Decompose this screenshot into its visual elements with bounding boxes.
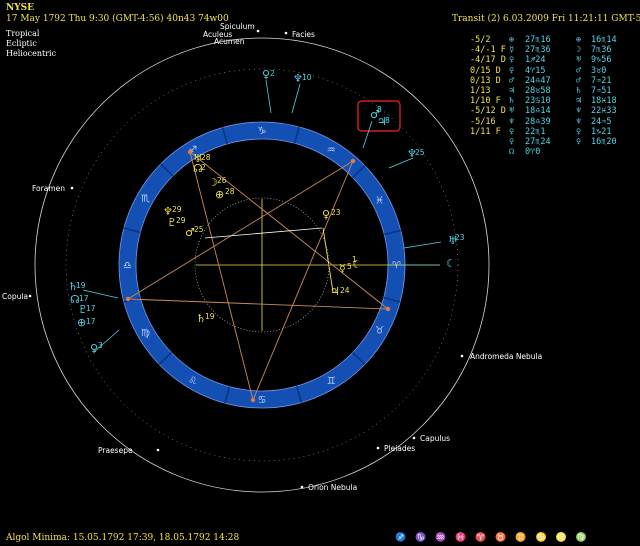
chart-wheel: ♐♑♒♓♈♉♊♋♌♍♎♏ Spiculum Aculeus Acumen Fac…: [2, 22, 542, 493]
transit-planet-icon[interactable]: ♀: [262, 68, 270, 81]
transit-planet-degree: 17: [86, 304, 96, 313]
natal-planet-degree: 23: [331, 208, 341, 217]
natal-planets: ♅28☊2☽ 26⊕ 28♆ 29♇ 29♂ 25♀ 23☿ 5 ☾1♃ 24♄ 19: [163, 152, 362, 325]
natal-planet-degree: 1: [352, 255, 357, 264]
natal-planet-degree: 28: [201, 153, 211, 162]
transit-planet-degree: 25: [415, 148, 425, 157]
star-foramen: Foramen: [32, 184, 65, 193]
transit-planet-icon[interactable]: ☾: [446, 257, 456, 270]
transit-planet-degree: 10: [302, 73, 312, 82]
aspect-line-2: [127, 298, 389, 310]
natal-planet-degree: 28: [225, 187, 235, 196]
star-acumen: Acumen: [214, 37, 245, 46]
natal-planet-icon[interactable]: ⊕: [215, 188, 224, 201]
zodiac-sign-icon: ♊: [327, 376, 336, 387]
aspect-line-6: [322, 227, 334, 293]
transit-planet-degree: 8: [377, 105, 382, 114]
transit-pointer-line: [265, 79, 272, 114]
natal-planet-degree: 26: [217, 176, 227, 185]
zodiac-sign-icon: ♏: [141, 193, 150, 204]
star-andromeda-nebula: Andromeda Nebula: [470, 352, 542, 361]
transit-planet-degree: 23: [455, 233, 465, 242]
zodiac-sign-icon: ♈: [392, 261, 401, 272]
zodiac-sign-icon: ♉: [375, 326, 384, 337]
transit-planet-degree: 17: [79, 294, 89, 303]
aspect-point: [385, 306, 391, 312]
aspect-point: [250, 397, 256, 403]
natal-planet-degree: 19: [205, 312, 215, 321]
natal-planet-icon[interactable]: ♀: [322, 208, 330, 221]
transit-pointer-line: [291, 83, 301, 114]
transit-planet-degree: 8: [385, 116, 390, 125]
zodiac-sign-icon: ♓: [375, 195, 384, 206]
star-copula: Copula: [2, 292, 28, 301]
algol-minima-footer: Algol Minima: 15.05.1792 17:39, 18.05.17…: [6, 533, 240, 543]
star-praesepe: Praesepe: [98, 446, 133, 455]
star-capulus: Capulus: [420, 434, 450, 443]
aspect-point: [125, 296, 131, 302]
transit-pointer-line: [403, 241, 442, 249]
natal-planet-degree: 2: [201, 163, 206, 172]
natal-planet-icon[interactable]: ♃: [330, 285, 340, 298]
zodiac-sign-icon: ♋: [258, 395, 267, 406]
aspect-line-5: [252, 160, 354, 401]
star-facies: Facies: [292, 30, 315, 39]
natal-planet-degree: 29: [176, 216, 186, 225]
aspect-line-7: [204, 227, 323, 239]
natal-planet-icon[interactable]: ☿: [339, 262, 346, 275]
footer-sign-glyphs: ♐ ♑ ♒ ♓ ♈ ♉ ♊ ♋ ♌ ♍: [395, 533, 590, 543]
zodiac-sign-icon: ♍: [141, 328, 150, 339]
transit-planet-degree: 19: [76, 281, 86, 290]
natal-planet-degree: 29: [172, 205, 182, 214]
zodiac-sign-icon: ♒: [327, 145, 336, 156]
transit-pointer-line: [362, 120, 373, 149]
transit-planet-degree: 3: [98, 341, 103, 350]
transit-planet-degree: 17: [86, 317, 96, 326]
aspect-point: [187, 149, 193, 155]
star-orion-nebula: Orion Nebula: [308, 483, 357, 492]
transit-pointer-line: [388, 157, 414, 169]
natal-planet-degree: 24: [340, 286, 350, 295]
aspect-point: [350, 158, 356, 164]
zodiac-sign-icon: ♎: [123, 261, 132, 272]
astro-chart-window: NYSE 17 May 1792 Thu 9:30 (GMT-4:56) 40n…: [0, 0, 640, 546]
natal-planet-degree: 25: [194, 225, 204, 234]
zodiac-sign-icon: ♑: [258, 126, 267, 137]
transit-planet-icon[interactable]: ♀: [90, 342, 98, 355]
transit-planet-degree: 2: [270, 69, 275, 78]
transit-planet-icon[interactable]: ⊕: [77, 316, 86, 329]
zodiac-sign-icon: ♌: [188, 376, 197, 387]
star-pleiades: Pleiades: [384, 444, 415, 453]
